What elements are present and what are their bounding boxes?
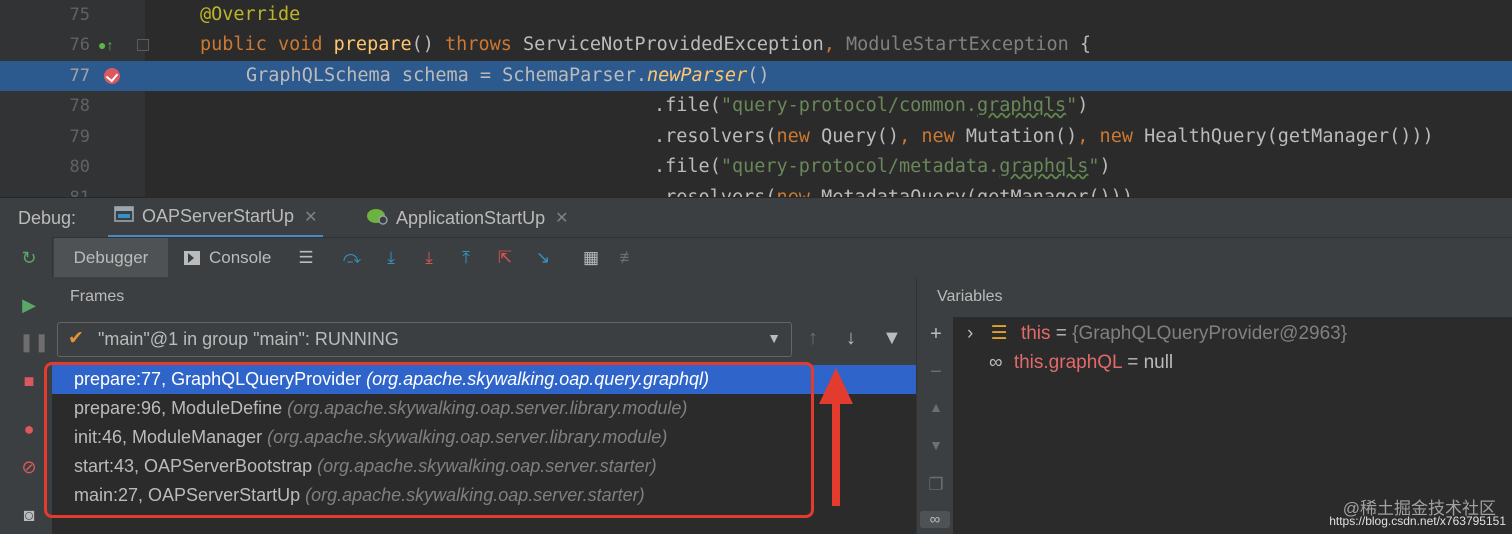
mute-breakpoints-icon[interactable]: ⊘ bbox=[19, 457, 39, 477]
application-icon bbox=[114, 206, 134, 227]
thread-label: "main"@1 in group "main": RUNNING bbox=[98, 329, 399, 349]
remove-watch-icon[interactable]: − bbox=[926, 361, 946, 384]
annotation-arrow bbox=[819, 368, 853, 506]
code-line: 78 .file("query-protocol/common.graphqls… bbox=[0, 91, 1512, 121]
variable-equals: = bbox=[1121, 352, 1144, 373]
watch-icon: ∞ bbox=[989, 352, 1003, 373]
code-line-current: 77 GraphQLSchema schema = SchemaParser.n… bbox=[0, 61, 1512, 91]
view-breakpoints-icon[interactable]: ● bbox=[19, 419, 39, 439]
code-text: GraphQLSchema schema = SchemaParser.newP… bbox=[246, 65, 770, 86]
code-line: 80 .file("query-protocol/metadata.graphq… bbox=[0, 152, 1512, 182]
code-text: .resolvers(new Query(), new Mutation(), … bbox=[654, 126, 1434, 147]
code-text: .file("query-protocol/metadata.graphqls"… bbox=[654, 156, 1111, 177]
move-down-icon[interactable]: ▼ bbox=[926, 437, 946, 453]
code-line: 79 .resolvers(new Query(), new Mutation(… bbox=[0, 122, 1512, 152]
tab-label: OAPServerStartUp bbox=[142, 206, 295, 226]
move-up-icon[interactable]: ▲ bbox=[926, 399, 946, 415]
step-out-icon[interactable]: ⤒ bbox=[455, 247, 477, 269]
variables-sidebar: + − ▲ ▼ ❐ ∞ bbox=[917, 317, 953, 534]
variables-header: Variables bbox=[917, 277, 1512, 317]
arrow-down-icon[interactable]: ↓ bbox=[846, 327, 856, 350]
run-to-cursor-icon[interactable]: ↘ bbox=[532, 247, 554, 269]
breakpoint-icon[interactable] bbox=[104, 68, 120, 84]
close-icon[interactable]: ✕ bbox=[304, 207, 317, 227]
code-line: 75 @Override bbox=[0, 0, 1512, 30]
rerun-icon[interactable]: ↻ bbox=[19, 248, 39, 268]
tab-applicationstartup[interactable]: ApplicationStartUp ✕ bbox=[366, 198, 569, 238]
tab-label: Console bbox=[209, 248, 272, 267]
thread-selector[interactable]: ✔ "main"@1 in group "main": RUNNING ▼ bbox=[57, 322, 792, 357]
code-line: 81 .resolvers(new MetadataQuery(getManag… bbox=[0, 183, 1512, 197]
evaluate-icon[interactable]: ▦ bbox=[580, 247, 602, 269]
watermark-url: https://blog.csdn.net/x763795151 bbox=[1329, 514, 1506, 528]
line-number: 77 bbox=[69, 66, 90, 86]
add-watch-icon[interactable]: + bbox=[926, 323, 946, 346]
step-into-icon[interactable]: ⤓ bbox=[380, 247, 402, 269]
code-editor[interactable]: 75 @Override 76 ●↑ public void prepare()… bbox=[0, 0, 1512, 197]
stop-icon[interactable]: ■ bbox=[19, 371, 39, 391]
tab-debugger[interactable]: Debugger bbox=[54, 238, 168, 278]
step-over-icon[interactable]: ⤼ bbox=[341, 247, 363, 269]
line-number: 81 bbox=[56, 188, 90, 197]
code-text: .file("query-protocol/common.graphqls") bbox=[654, 95, 1089, 116]
variable-equals: = bbox=[1050, 323, 1073, 344]
code-text: .resolvers(new MetadataQuery(getManager(… bbox=[654, 187, 1133, 197]
tab-console[interactable]: Console bbox=[184, 238, 271, 278]
tab-label: Debugger bbox=[73, 248, 149, 267]
layout-icon[interactable]: ☰ bbox=[295, 247, 317, 269]
chevron-down-icon: ▼ bbox=[767, 330, 781, 346]
camera-icon[interactable]: ◙ bbox=[19, 505, 39, 525]
variable-row[interactable]: ∞ this.graphQL = null bbox=[989, 352, 1173, 374]
close-icon[interactable]: ✕ bbox=[555, 208, 568, 228]
trace-icon[interactable]: ≢ bbox=[617, 247, 639, 269]
debug-tool-window-header: Debug: OAPServerStartUp ✕ ApplicationSta… bbox=[0, 197, 1512, 238]
line-number: 80 bbox=[69, 157, 90, 177]
copy-icon[interactable]: ❐ bbox=[926, 475, 946, 495]
console-icon bbox=[184, 251, 200, 265]
tab-label: ApplicationStartUp bbox=[396, 207, 546, 228]
variable-name: this bbox=[1020, 323, 1051, 344]
expand-chevron-icon[interactable]: › bbox=[967, 323, 973, 344]
line-number: 79 bbox=[69, 127, 90, 147]
variable-row[interactable]: › ☰ this = {GraphQLQueryProvider@2963} bbox=[967, 322, 1347, 345]
code-line: 76 ●↑ public void prepare() throws Servi… bbox=[0, 30, 1512, 60]
fold-icon[interactable] bbox=[137, 39, 149, 51]
variables-title: Variables bbox=[937, 288, 1003, 305]
force-step-into-icon[interactable]: ⤓ bbox=[418, 247, 440, 269]
arrow-up-icon[interactable]: ↑ bbox=[808, 327, 818, 350]
filter-icon[interactable]: ▼ bbox=[882, 327, 902, 350]
variable-value: null bbox=[1143, 352, 1174, 373]
debug-label: Debug: bbox=[18, 208, 77, 228]
line-number: 76 bbox=[69, 35, 90, 55]
tab-oapserverstartup[interactable]: OAPServerStartUp ✕ bbox=[108, 198, 324, 238]
resume-icon[interactable]: ▶ bbox=[19, 295, 39, 315]
drop-frame-icon[interactable]: ⇱ bbox=[494, 247, 516, 269]
variable-name: this.graphQL bbox=[1013, 352, 1122, 373]
code-text: @Override bbox=[200, 4, 301, 25]
frames-title: Frames bbox=[70, 288, 125, 305]
override-icon[interactable]: ●↑ bbox=[98, 37, 113, 53]
line-number: 75 bbox=[69, 5, 90, 25]
watches-icon[interactable]: ∞ bbox=[920, 511, 950, 528]
variable-value: {GraphQLQueryProvider@2963} bbox=[1072, 323, 1348, 344]
annotation-highlight-box bbox=[44, 362, 814, 518]
code-text: public void prepare() throws ServiceNotP… bbox=[200, 34, 1092, 55]
spring-boot-icon bbox=[366, 207, 388, 230]
pause-icon[interactable]: ❚❚ bbox=[19, 332, 49, 352]
field-icon: ☰ bbox=[990, 323, 1008, 344]
debugger-toolbar: Debugger Console ☰ ⤼ ⤓ ⤓ ⤒ ⇱ ↘ ▦ ≢ bbox=[0, 237, 1512, 278]
check-icon: ✔ bbox=[68, 328, 84, 349]
line-number: 78 bbox=[69, 96, 90, 116]
